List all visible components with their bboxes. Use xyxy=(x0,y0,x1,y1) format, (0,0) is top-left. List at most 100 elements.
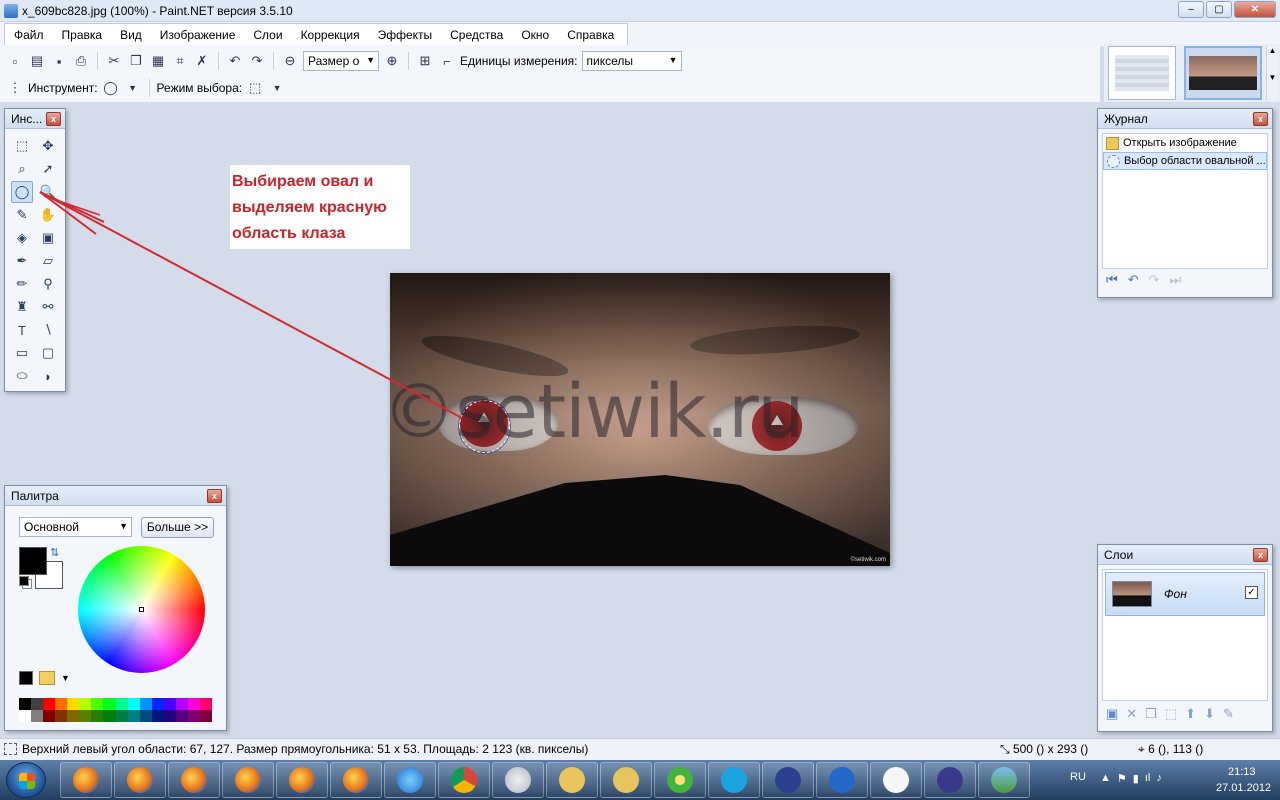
color-picker-icon[interactable]: ⚲ xyxy=(37,273,59,295)
ruler-icon[interactable]: ⌐ xyxy=(438,52,456,70)
print-icon[interactable]: ⎙ xyxy=(72,52,90,70)
deselect-icon[interactable]: ✗ xyxy=(193,52,211,70)
tabs-scroll-icon[interactable]: ▲ ▼ xyxy=(1266,46,1278,100)
menu-layers[interactable]: Слои xyxy=(244,24,291,45)
color-swatch[interactable] xyxy=(163,698,176,710)
menu-effects[interactable]: Эффекты xyxy=(369,24,442,45)
history-item[interactable]: Выбор области овальной ... xyxy=(1103,152,1267,170)
color-swatch[interactable] xyxy=(199,710,212,722)
zoom-in-icon[interactable]: ⊕ xyxy=(383,52,401,70)
taskbar-button[interactable] xyxy=(708,762,760,798)
paintbrush-icon[interactable]: ✒ xyxy=(11,250,33,272)
text-icon[interactable]: T xyxy=(11,319,33,341)
clone-stamp-icon[interactable]: ♜ xyxy=(11,296,33,318)
history-panel-close-button[interactable]: x xyxy=(1253,112,1268,126)
taskbar-button[interactable] xyxy=(924,762,976,798)
image-tab-screenshot[interactable] xyxy=(1108,46,1176,100)
show-hidden-icons-icon[interactable]: ▲ xyxy=(1100,772,1111,785)
fast-forward-icon[interactable]: ⏭ xyxy=(1170,272,1182,288)
freeform-shape-icon[interactable]: ◗ xyxy=(37,365,59,387)
selection-mode-icon[interactable]: ⬚ xyxy=(246,79,264,97)
color-swatch[interactable] xyxy=(43,710,56,722)
volume-icon[interactable]: ♪ xyxy=(1156,772,1162,785)
crop-icon[interactable]: ⌗ xyxy=(171,52,189,70)
language-indicator[interactable]: RU xyxy=(1070,771,1086,783)
menu-edit[interactable]: Правка xyxy=(53,24,112,45)
gradient-icon[interactable]: ▣ xyxy=(37,227,59,249)
color-swatch[interactable] xyxy=(19,710,32,722)
menu-tools[interactable]: Средства xyxy=(441,24,512,45)
minimize-button[interactable]: – xyxy=(1178,1,1204,18)
taskbar-button[interactable] xyxy=(222,762,274,798)
reset-colors-icon[interactable] xyxy=(19,576,29,586)
zoom-out-icon[interactable]: ⊖ xyxy=(281,52,299,70)
image-canvas[interactable]: ©setiwik.ru ©setiwik.com xyxy=(390,273,890,566)
chevron-down-icon[interactable]: ▼ xyxy=(61,673,70,683)
cut-icon[interactable]: ✂ xyxy=(105,52,123,70)
new-file-icon[interactable]: ▫ xyxy=(6,52,24,70)
color-swatch[interactable] xyxy=(187,698,200,710)
color-swatch[interactable] xyxy=(103,698,116,710)
rewind-icon[interactable]: ⏮ xyxy=(1106,272,1118,288)
redo-icon[interactable]: ↷ xyxy=(1149,272,1160,288)
flag-icon[interactable]: ⚑ xyxy=(1117,772,1127,785)
image-tab-active[interactable] xyxy=(1184,46,1262,100)
taskbar-button[interactable] xyxy=(546,762,598,798)
color-swatch[interactable] xyxy=(31,698,44,710)
pan-icon[interactable]: ✋ xyxy=(37,204,59,226)
taskbar-button[interactable] xyxy=(330,762,382,798)
undo-icon[interactable]: ↶ xyxy=(226,52,244,70)
ellipse-select-icon[interactable]: ◯ xyxy=(11,181,33,203)
signal-icon[interactable]: ıl xyxy=(1145,772,1151,785)
undo-icon[interactable]: ↶ xyxy=(1128,272,1139,288)
menu-image[interactable]: Изображение xyxy=(151,24,245,45)
move-layer-down-icon[interactable]: ⬇ xyxy=(1204,706,1215,722)
rect-select-icon[interactable]: ⬚ xyxy=(11,135,33,157)
open-file-icon[interactable]: ▤ xyxy=(28,52,46,70)
color-swatch[interactable] xyxy=(31,710,44,722)
move-selection-icon[interactable]: ➚ xyxy=(37,158,59,180)
lasso-select-icon[interactable]: ⌕ xyxy=(11,158,33,180)
color-swatch[interactable] xyxy=(187,710,200,722)
taskbar-button[interactable] xyxy=(114,762,166,798)
color-swatch[interactable] xyxy=(115,710,128,722)
menu-help[interactable]: Справка xyxy=(558,24,623,45)
menu-view[interactable]: Вид xyxy=(111,24,151,45)
layers-panel-close-button[interactable]: x xyxy=(1253,548,1268,562)
color-swatch[interactable] xyxy=(151,698,164,710)
zoom-icon[interactable]: 🔍 xyxy=(37,181,59,203)
chevron-down-icon[interactable]: ▼ xyxy=(268,79,286,97)
taskbar-button[interactable] xyxy=(978,762,1030,798)
close-button[interactable]: ✕ xyxy=(1234,1,1276,18)
menu-adjustments[interactable]: Коррекция xyxy=(292,24,369,45)
taskbar-button[interactable] xyxy=(492,762,544,798)
menu-window[interactable]: Окно xyxy=(512,24,558,45)
palette-panel-close-button[interactable]: x xyxy=(207,489,222,503)
move-layer-up-icon[interactable]: ⬆ xyxy=(1185,706,1196,722)
save-icon[interactable]: ▪ xyxy=(50,52,68,70)
taskbar-button[interactable] xyxy=(600,762,652,798)
duplicate-layer-icon[interactable]: ❐ xyxy=(1145,706,1157,722)
merge-layer-icon[interactable]: ⬚ xyxy=(1165,706,1177,722)
color-swatch[interactable] xyxy=(139,698,152,710)
menu-file[interactable]: Файл xyxy=(5,24,53,45)
paint-bucket-icon[interactable]: ◈ xyxy=(11,227,33,249)
clock-time[interactable]: 21:13 xyxy=(1228,766,1256,778)
rectangle-icon[interactable]: ▭ xyxy=(11,342,33,364)
color-swatch[interactable] xyxy=(127,710,140,722)
primary-color-swatch[interactable] xyxy=(19,547,47,575)
color-swatch[interactable] xyxy=(55,698,68,710)
layer-properties-icon[interactable]: ✎ xyxy=(1223,706,1234,722)
layer-visibility-checkbox[interactable]: ✓ xyxy=(1245,586,1258,599)
color-swatch[interactable] xyxy=(43,698,56,710)
ellipse-icon[interactable]: ⬭ xyxy=(11,365,33,387)
color-swatch[interactable] xyxy=(67,710,80,722)
add-layer-icon[interactable]: ▣ xyxy=(1106,706,1118,722)
color-swatch[interactable] xyxy=(175,710,188,722)
start-button[interactable] xyxy=(6,762,46,798)
color-swatch[interactable] xyxy=(163,710,176,722)
color-wheel[interactable] xyxy=(78,546,205,673)
recolor-icon[interactable]: ⚯ xyxy=(37,296,59,318)
magic-wand-icon[interactable]: ✎ xyxy=(11,204,33,226)
line-curve-icon[interactable]: ∖ xyxy=(37,319,59,341)
